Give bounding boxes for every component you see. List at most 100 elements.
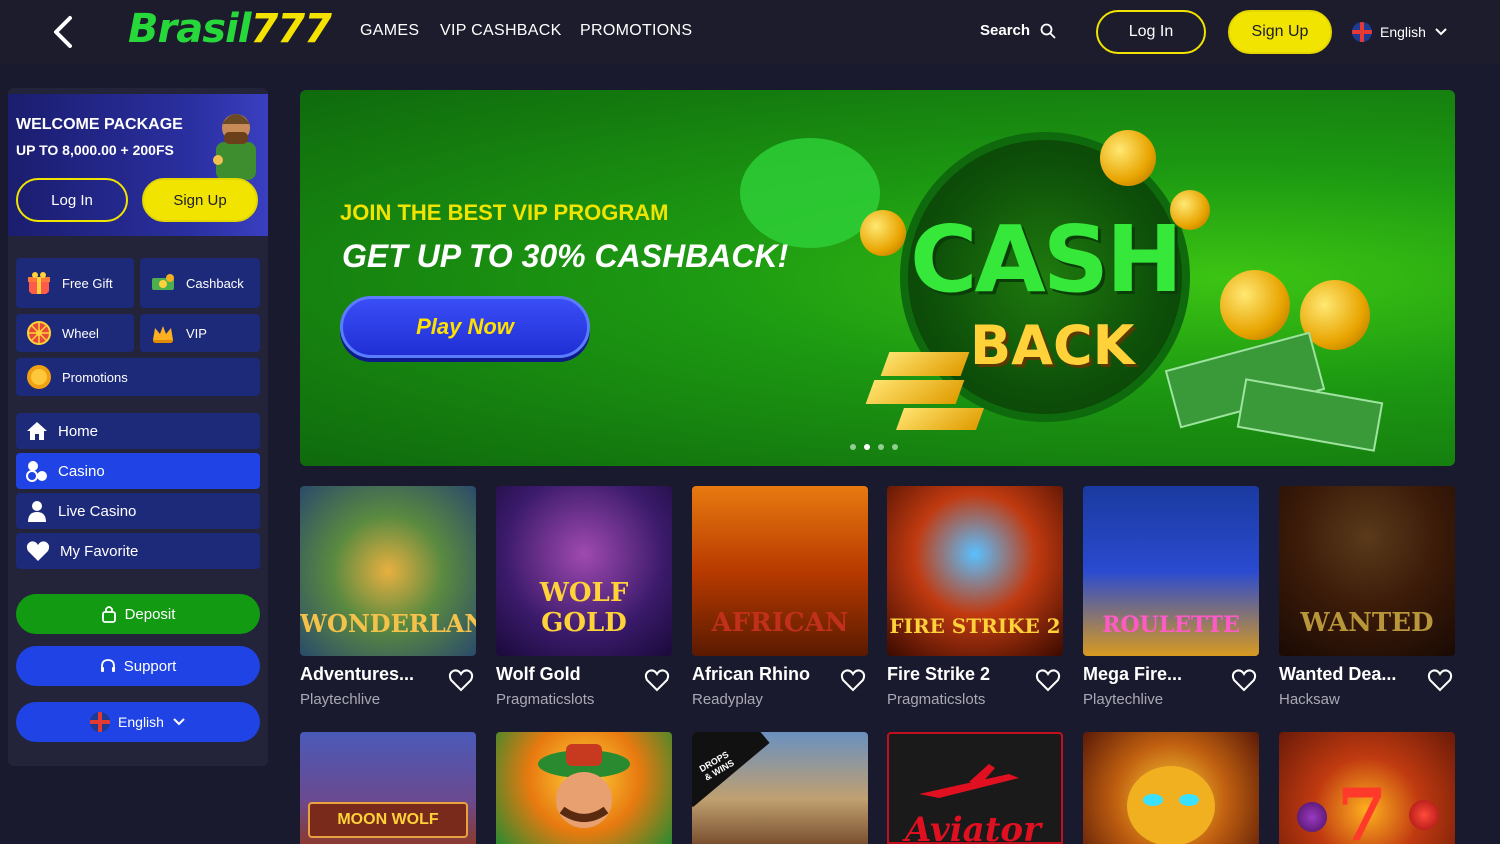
- coin-icon: [1100, 130, 1156, 186]
- sidebar-language-selector[interactable]: English: [16, 702, 260, 742]
- carousel-dot-4[interactable]: [892, 444, 898, 450]
- home-icon: [27, 422, 47, 440]
- game-card[interactable]: WONDERLAND Adventures... Playtechlive: [300, 486, 476, 708]
- gift-icon: [28, 272, 50, 294]
- game-card[interactable]: WANTED Wanted Dea... Hacksaw: [1279, 486, 1455, 708]
- welcome-package-card: WELCOME PACKAGE UP TO 8,000.00 + 200FS L…: [8, 94, 268, 236]
- free-gift-button[interactable]: Free Gift: [16, 258, 134, 308]
- favorite-heart-icon[interactable]: [448, 668, 474, 692]
- sidebar-item-home[interactable]: Home: [16, 413, 260, 449]
- vip-crown-icon: [153, 326, 173, 343]
- game-thumbnail[interactable]: 7: [1279, 732, 1455, 844]
- deposit-label: Deposit: [124, 605, 176, 623]
- favorite-heart-icon[interactable]: [840, 668, 866, 692]
- sidebar-item-my-favorite[interactable]: My Favorite: [16, 533, 260, 569]
- sidebar-item-casino[interactable]: Casino: [16, 453, 260, 489]
- headset-icon: [100, 659, 115, 672]
- logo-text-brasil: Brasil: [128, 6, 251, 52]
- game-thumbnail[interactable]: MOON WOLF: [300, 732, 476, 844]
- mascot-illustration: [213, 114, 256, 180]
- banner-decor: [740, 138, 880, 248]
- game-thumbnail[interactable]: WANTED: [1279, 486, 1455, 656]
- game-provider: Readyplay: [692, 691, 763, 708]
- live-casino-icon: [28, 501, 46, 522]
- header-login-button[interactable]: Log In: [1096, 10, 1206, 54]
- wallet-lock-icon: [101, 606, 116, 623]
- game-thumbnail[interactable]: [1083, 732, 1259, 844]
- favorite-heart-icon[interactable]: [644, 668, 670, 692]
- header-signup-button[interactable]: Sign Up: [1228, 10, 1332, 54]
- language-label: English: [1380, 24, 1426, 40]
- heart-icon: [26, 541, 50, 561]
- thumbnail-title: AFRICAN: [711, 608, 849, 638]
- support-button[interactable]: Support: [16, 646, 260, 686]
- nav-vip-cashback[interactable]: VIP CASHBACK: [440, 22, 562, 40]
- thumbnail-title: WONDERLAND: [300, 609, 476, 638]
- carousel-dots[interactable]: [850, 444, 898, 450]
- game-thumbnail[interactable]: ROULETTE: [1083, 486, 1259, 656]
- cashback-label: Cashback: [186, 275, 244, 291]
- banner-art-cash: CASH: [910, 206, 1183, 313]
- game-provider: Pragmaticslots: [496, 691, 595, 708]
- play-now-button[interactable]: Play Now: [340, 296, 590, 358]
- carousel-dot-2[interactable]: [864, 444, 870, 450]
- banner-kicker: JOIN THE BEST VIP PROGRAM: [340, 200, 669, 225]
- game-name: Wolf Gold: [496, 664, 581, 684]
- sidebar-item-live-casino[interactable]: Live Casino: [16, 493, 260, 529]
- menu-label-live-casino: Live Casino: [58, 502, 137, 520]
- plane-icon: [919, 764, 1019, 798]
- game-thumbnail[interactable]: Aviator: [887, 732, 1063, 844]
- support-label: Support: [123, 657, 177, 675]
- thumbnail-title: WANTED: [1300, 608, 1434, 638]
- banner-headline: GET UP TO 30% CASHBACK!: [342, 238, 789, 274]
- game-thumbnail[interactable]: AFRICAN: [692, 486, 868, 656]
- thumbnail-title: FIRE STRIKE 2: [889, 614, 1061, 638]
- coin-icon: [860, 210, 906, 256]
- deposit-button[interactable]: Deposit: [16, 594, 260, 634]
- favorite-heart-icon[interactable]: [1231, 668, 1257, 692]
- game-card[interactable]: AFRICAN African Rhino Readyplay: [692, 486, 868, 708]
- vip-button[interactable]: VIP: [140, 314, 260, 352]
- carousel-dot-3[interactable]: [878, 444, 884, 450]
- nav-promotions[interactable]: PROMOTIONS: [580, 22, 692, 40]
- gold-bar-icon: [880, 352, 970, 376]
- banner-art-back: BACK: [970, 314, 1135, 377]
- uk-flag-icon: [90, 712, 111, 732]
- thumbnail-title: ROULETTE: [1102, 612, 1240, 638]
- menu-label-my-favorite: My Favorite: [60, 542, 139, 560]
- game-thumbnail[interactable]: WOLF GOLD: [496, 486, 672, 656]
- game-card[interactable]: ROULETTE Mega Fire... Playtechlive: [1083, 486, 1259, 708]
- chevron-down-icon: [173, 718, 185, 726]
- game-card[interactable]: WOLF GOLD Wolf Gold Pragmaticslots: [496, 486, 672, 708]
- game-thumbnail[interactable]: FIRE STRIKE 2: [887, 486, 1063, 656]
- carousel-dot-1[interactable]: [850, 444, 856, 450]
- promo-banner[interactable]: JOIN THE BEST VIP PROGRAM GET UP TO 30% …: [300, 90, 1455, 466]
- wheel-button[interactable]: Wheel: [16, 314, 134, 352]
- promotions-button[interactable]: Promotions: [16, 358, 260, 396]
- game-thumbnail[interactable]: DROPS & WINS: [692, 732, 868, 844]
- thumbnail-title: WOLF GOLD: [539, 578, 629, 638]
- brand-logo[interactable]: Brasil777: [128, 6, 332, 52]
- menu-label-casino: Casino: [58, 462, 105, 480]
- wheel-label: Wheel: [62, 325, 99, 341]
- search-icon: [1040, 23, 1056, 39]
- game-thumbnail[interactable]: WONDERLAND: [300, 486, 476, 656]
- favorite-heart-icon[interactable]: [1427, 668, 1453, 692]
- game-thumbnail[interactable]: [496, 732, 672, 844]
- gold-bar-icon: [865, 380, 965, 404]
- cashback-button[interactable]: Cashback: [140, 258, 260, 308]
- gold-bar-icon: [895, 408, 985, 430]
- sidebar-login-button[interactable]: Log In: [16, 178, 128, 222]
- search-button[interactable]: Search: [980, 22, 1056, 39]
- game-provider: Hacksaw: [1279, 691, 1340, 708]
- sidebar-language-label: English: [118, 714, 164, 730]
- language-selector[interactable]: English: [1352, 22, 1448, 42]
- casino-icon: [26, 461, 47, 482]
- back-arrow-icon[interactable]: [48, 14, 80, 50]
- sidebar-signup-button[interactable]: Sign Up: [142, 178, 258, 222]
- nav-games[interactable]: GAMES: [360, 22, 419, 40]
- free-gift-label: Free Gift: [62, 275, 113, 291]
- menu-label-home: Home: [58, 422, 99, 440]
- favorite-heart-icon[interactable]: [1035, 668, 1061, 692]
- game-card[interactable]: FIRE STRIKE 2 Fire Strike 2 Pragmaticslo…: [887, 486, 1063, 708]
